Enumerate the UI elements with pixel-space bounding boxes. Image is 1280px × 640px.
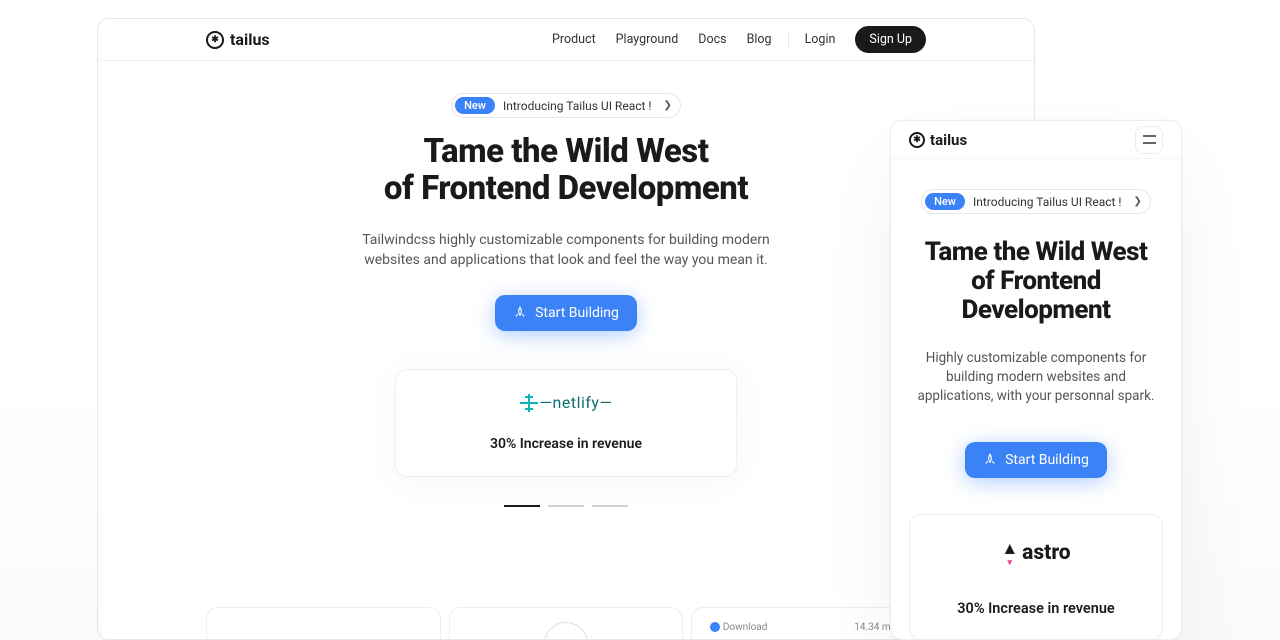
mobile-testimonial-stat: 30% Increase in revenue (957, 600, 1114, 617)
hero-title-line1: Tame the Wild West (384, 134, 748, 171)
logo-icon (206, 31, 224, 49)
astro-flame-icon: ▾ (1001, 558, 1018, 568)
netlify-mark-icon (520, 394, 538, 412)
netlify-logo-text: netlify (553, 393, 600, 412)
nav-docs[interactable]: Docs (698, 32, 726, 47)
hamburger-icon (1143, 135, 1156, 144)
desktop-header: tailus Product Playground Docs Blog Logi… (98, 19, 1034, 61)
announcement-pill[interactable]: New Introducing Tailus UI React ! ❯ (451, 93, 681, 118)
nav-playground[interactable]: Playground (616, 32, 679, 47)
mobile-brand-name: tailus (930, 131, 967, 149)
cta-label: Start Building (535, 305, 619, 321)
feature-card-2 (449, 607, 684, 640)
indicator-2[interactable] (548, 505, 584, 507)
chevron-right-icon: ❯ (1134, 196, 1142, 207)
new-badge: New (455, 97, 495, 114)
indicator-3[interactable] (592, 505, 628, 507)
hero-title: Tame the Wild West of Frontend Developme… (384, 134, 748, 208)
mobile-announcement-pill[interactable]: New Introducing Tailus UI React ! ❯ (921, 189, 1151, 214)
wifi-icon (544, 622, 588, 640)
rocket-icon (983, 453, 997, 467)
feature-card-1 (206, 607, 441, 640)
announcement-text: Introducing Tailus UI React ! (503, 99, 652, 113)
mobile-hero-title: Tame the Wild West of Frontend Developme… (909, 238, 1163, 325)
mobile-testimonial-card: ▲ ▾ astro 30% Increase in revenue (909, 514, 1163, 640)
netlify-logo: —netlify— (520, 393, 613, 412)
mobile-header: tailus (891, 121, 1181, 159)
hero-subtitle: Tailwindcss highly customizable componen… (346, 230, 786, 271)
indicator-1[interactable] (504, 505, 540, 507)
testimonial-card: —netlify— 30% Increase in revenue (395, 369, 737, 477)
carousel-indicators (504, 505, 628, 507)
start-building-button[interactable]: Start Building (495, 295, 637, 331)
brand-name: tailus (230, 30, 270, 49)
nav-product[interactable]: Product (552, 32, 596, 47)
nav-divider (788, 31, 789, 49)
astro-mark-icon: ▲ (1001, 539, 1018, 559)
mobile-title-line1: Tame the Wild West (909, 238, 1163, 267)
astro-logo-text: astro (1022, 541, 1070, 565)
announcement-text: Introducing Tailus UI React ! (973, 195, 1122, 209)
desktop-nav: Product Playground Docs Blog Login Sign … (552, 26, 926, 53)
new-badge: New (925, 193, 965, 210)
chevron-right-icon: ❯ (664, 100, 672, 111)
hamburger-menu-button[interactable] (1135, 126, 1163, 154)
mobile-title-line2: of Frontend Development (909, 267, 1163, 325)
brand-logo[interactable]: tailus (206, 30, 270, 49)
astro-logo: ▲ ▾ astro (1001, 537, 1070, 568)
mobile-start-building-button[interactable]: Start Building (965, 442, 1107, 478)
mobile-brand-logo[interactable]: tailus (909, 131, 967, 149)
download-label: Download (723, 622, 768, 633)
logo-icon (909, 132, 925, 148)
rocket-icon (513, 306, 527, 320)
signup-button[interactable]: Sign Up (855, 26, 926, 53)
mobile-preview-frame: tailus New Introducing Tailus UI React !… (890, 120, 1182, 640)
hero-title-line2: of Frontend Development (384, 171, 748, 208)
nav-blog[interactable]: Blog (747, 32, 772, 47)
cta-label: Start Building (1005, 452, 1089, 468)
mobile-hero: New Introducing Tailus UI React ! ❯ Tame… (891, 159, 1181, 478)
download-dot-icon (710, 622, 720, 632)
mobile-hero-subtitle: Highly customizable components for build… (911, 349, 1161, 406)
nav-login[interactable]: Login (805, 32, 836, 47)
testimonial-stat: 30% Increase in revenue (490, 436, 642, 452)
